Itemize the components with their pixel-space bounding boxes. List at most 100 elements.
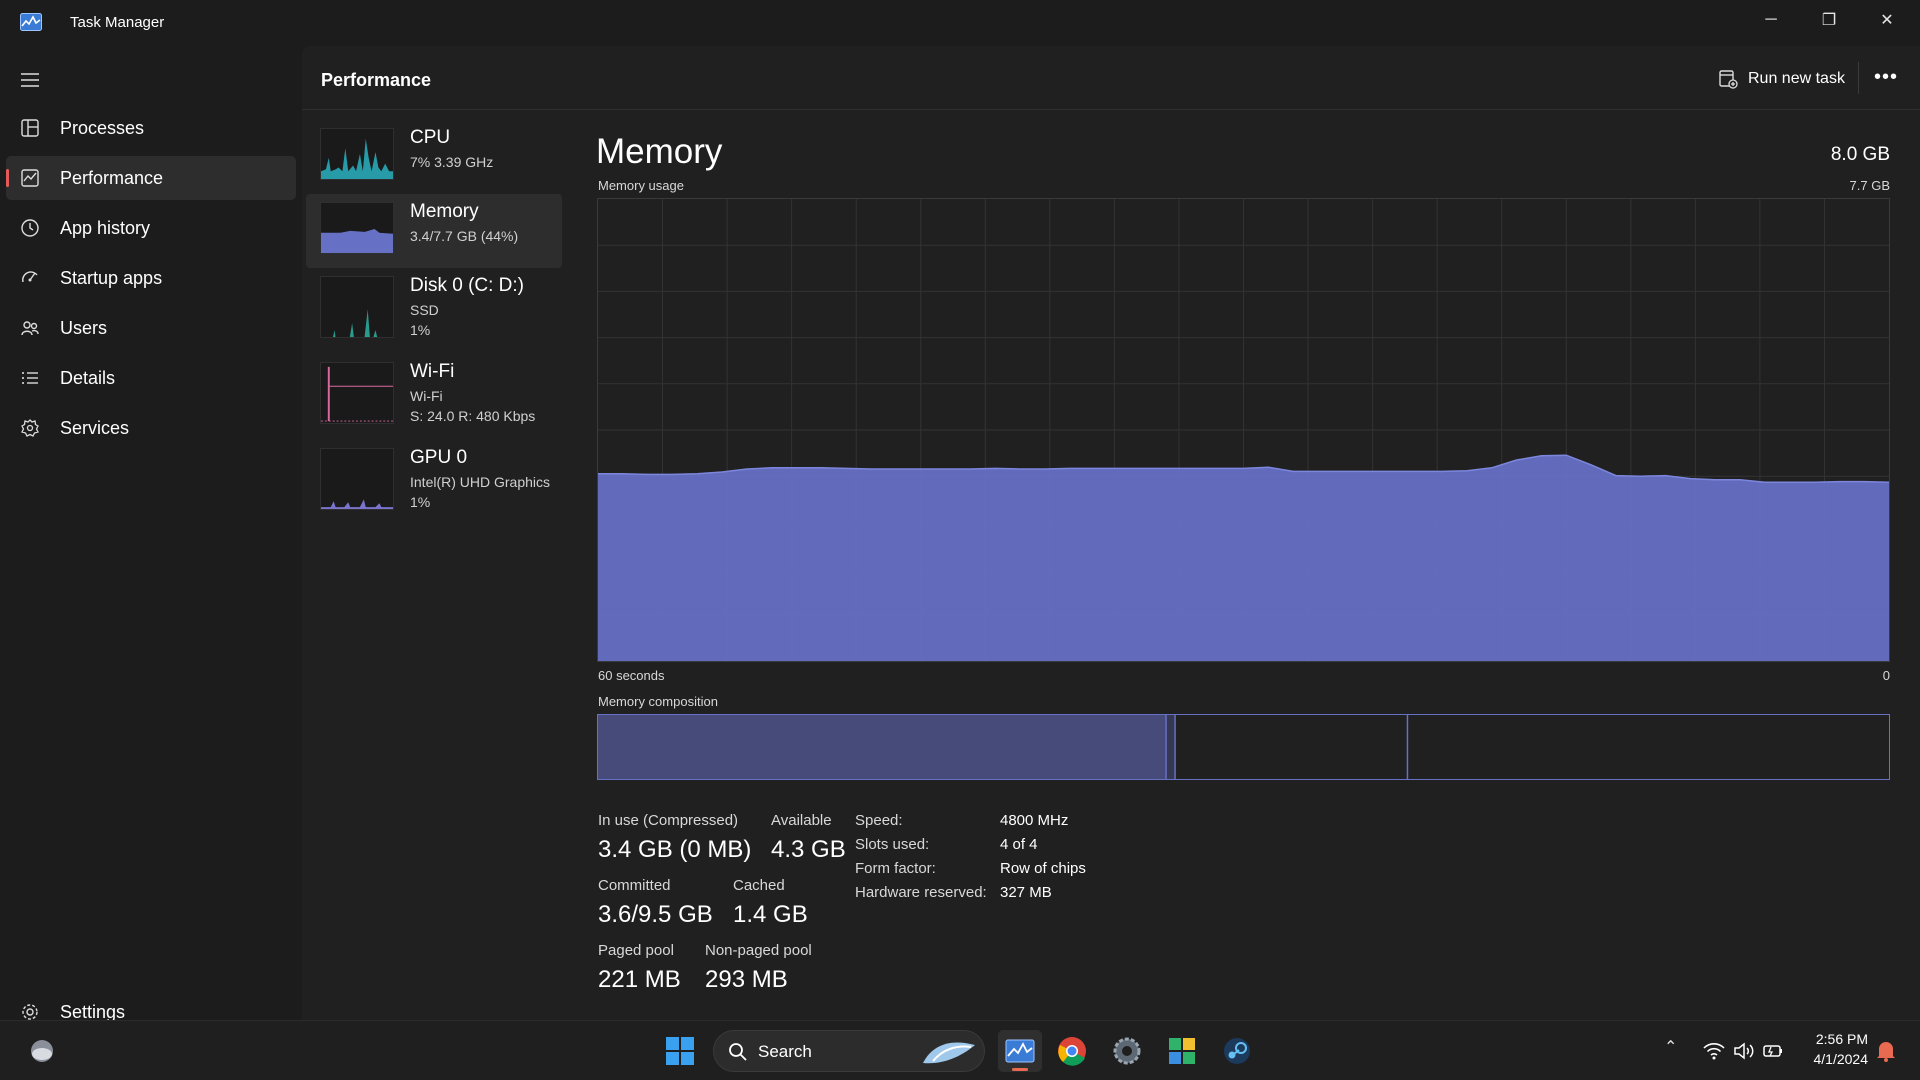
paged-pool-label: Paged pool [598, 942, 674, 959]
battery-icon[interactable] [1762, 1041, 1784, 1061]
memory-total: 8.0 GB [1830, 144, 1890, 165]
cpu-mini-graph [320, 128, 394, 180]
sidebar-item-startup-apps[interactable]: Startup apps [6, 256, 296, 300]
resource-type: SSD [410, 302, 439, 318]
committed-label: Committed [598, 877, 671, 894]
taskbar: Search ⌃ 2:56 PM 4/1/2024 [0, 1020, 1920, 1080]
app-history-icon [21, 219, 39, 237]
composition-in-use [598, 715, 1167, 779]
page-header: Performance Run new task ••• [302, 46, 1920, 110]
sidebar-item-label: Services [60, 417, 130, 438]
sidebar-item-label: Startup apps [60, 267, 163, 288]
memory-mini-graph [320, 202, 394, 254]
performance-icon [21, 169, 39, 187]
paged-pool-value: 221 MB [598, 966, 681, 993]
close-button[interactable]: ✕ [1858, 0, 1916, 40]
run-new-task-icon [1719, 70, 1738, 89]
main-panel: Performance Run new task ••• CPU 7% 3.39… [302, 46, 1920, 1020]
sidebar-item-app-history[interactable]: App history [6, 206, 296, 250]
resource-item-wifi[interactable]: Wi-Fi Wi-Fi S: 24.0 R: 480 Kbps [306, 354, 562, 428]
chrome-icon[interactable] [1054, 1033, 1090, 1069]
sidebar-item-services[interactable]: Services [6, 406, 296, 450]
non-paged-pool-value: 293 MB [705, 966, 788, 993]
show-hidden-icons-chevron-icon[interactable]: ⌃ [1664, 1037, 1677, 1057]
windows-start-icon[interactable] [662, 1033, 698, 1069]
restore-button[interactable]: ❐ [1800, 0, 1858, 40]
hardware-reserved-label: Hardware reserved: [855, 884, 987, 901]
sidebar-item-performance[interactable]: Performance [6, 156, 296, 200]
resource-name: CPU [410, 127, 451, 148]
resource-adapter: Wi-Fi [410, 388, 443, 404]
minimize-button[interactable]: ─ [1742, 0, 1800, 40]
sidebar-item-users[interactable]: Users [6, 306, 296, 350]
taskbar-task-manager-icon[interactable] [998, 1030, 1042, 1072]
time-span-label: 60 seconds [598, 668, 665, 683]
users-icon [21, 321, 39, 336]
wifi-mini-graph [320, 362, 394, 424]
resource-item-memory[interactable]: Memory 3.4/7.7 GB (44%) [306, 194, 562, 268]
sidebar-item-label: App history [60, 217, 151, 238]
time-end-label: 0 [1882, 668, 1890, 683]
resource-item-disk[interactable]: Disk 0 (C: D:) SSD 1% [306, 268, 562, 342]
settings-app-icon[interactable] [1109, 1033, 1145, 1069]
memory-usage-max: 7.7 GB [1849, 178, 1890, 193]
sidebar-item-processes[interactable]: Processes [6, 106, 296, 150]
memory-usage-chart [597, 198, 1890, 662]
wifi-icon[interactable] [1703, 1041, 1725, 1061]
sidebar-item-details[interactable]: Details [6, 356, 296, 400]
clock-time[interactable]: 2:56 PM [1800, 1031, 1868, 1047]
non-paged-pool-label: Non-paged pool [705, 942, 812, 959]
sidebar-item-label: Performance [60, 167, 164, 188]
resource-model: Intel(R) UHD Graphics [410, 474, 551, 490]
sidebar: Processes Performance App history Startu… [0, 46, 302, 1022]
restore-icon: ❐ [1821, 12, 1837, 29]
resource-detail: 7% 3.39 GHz [410, 154, 494, 170]
search-highlight-icon [923, 1042, 975, 1064]
steam-icon[interactable] [1219, 1033, 1255, 1069]
memory-composition-label: Memory composition [598, 694, 718, 709]
resource-item-gpu[interactable]: GPU 0 Intel(R) UHD Graphics 1% [306, 440, 562, 514]
in-use-value: 3.4 GB (0 MB) [598, 836, 752, 863]
task-manager-app-icon [20, 13, 42, 31]
resource-item-cpu[interactable]: CPU 7% 3.39 GHz [306, 120, 562, 194]
search-label: Search [758, 1042, 812, 1061]
sidebar-item-label: Users [60, 317, 108, 338]
composition-modified [1166, 715, 1176, 779]
resource-name: Wi-Fi [410, 361, 455, 382]
gpu-mini-graph [320, 448, 394, 510]
cached-label: Cached [733, 877, 785, 894]
volume-icon[interactable] [1733, 1041, 1755, 1061]
processes-icon [21, 119, 39, 137]
form-factor-label: Form factor: [855, 860, 936, 877]
memory-usage-label: Memory usage [598, 178, 684, 193]
memory-composition-bar [597, 714, 1890, 780]
clock-date[interactable]: 4/1/2024 [1800, 1051, 1869, 1067]
resource-usage: 1% [410, 494, 431, 510]
details-icon [22, 372, 38, 384]
taskbar-search-box[interactable]: Search [713, 1030, 985, 1072]
available-value: 4.3 GB [771, 836, 846, 863]
header-divider [1858, 62, 1859, 94]
speed-label: Speed: [855, 812, 903, 829]
close-icon: ✕ [1880, 12, 1894, 29]
store-app-icon[interactable] [1164, 1033, 1200, 1069]
disk-mini-graph [320, 276, 394, 338]
run-new-task-label: Run new task [1748, 70, 1845, 87]
resource-name: Memory [410, 201, 479, 222]
page-title: Performance [321, 70, 432, 90]
gear-icon [22, 1004, 38, 1020]
startup-apps-icon [22, 271, 38, 283]
search-icon [729, 1043, 747, 1061]
weather-widget-icon[interactable] [24, 1033, 60, 1069]
resource-name: Disk 0 (C: D:) [410, 275, 524, 296]
sidebar-item-label: Processes [60, 117, 145, 138]
services-icon [21, 419, 39, 437]
notification-bell-icon[interactable] [1875, 1039, 1897, 1063]
title-bar: Task Manager ─ ❐ ✕ [0, 0, 1920, 46]
slots-used-value: 4 of 4 [1000, 836, 1038, 853]
more-options-button[interactable]: ••• [1874, 66, 1898, 89]
run-new-task-button[interactable]: Run new task [1718, 66, 1845, 92]
minimize-icon: ─ [1765, 11, 1777, 28]
hamburger-menu-icon[interactable] [18, 68, 42, 92]
committed-value: 3.6/9.5 GB [598, 901, 713, 928]
